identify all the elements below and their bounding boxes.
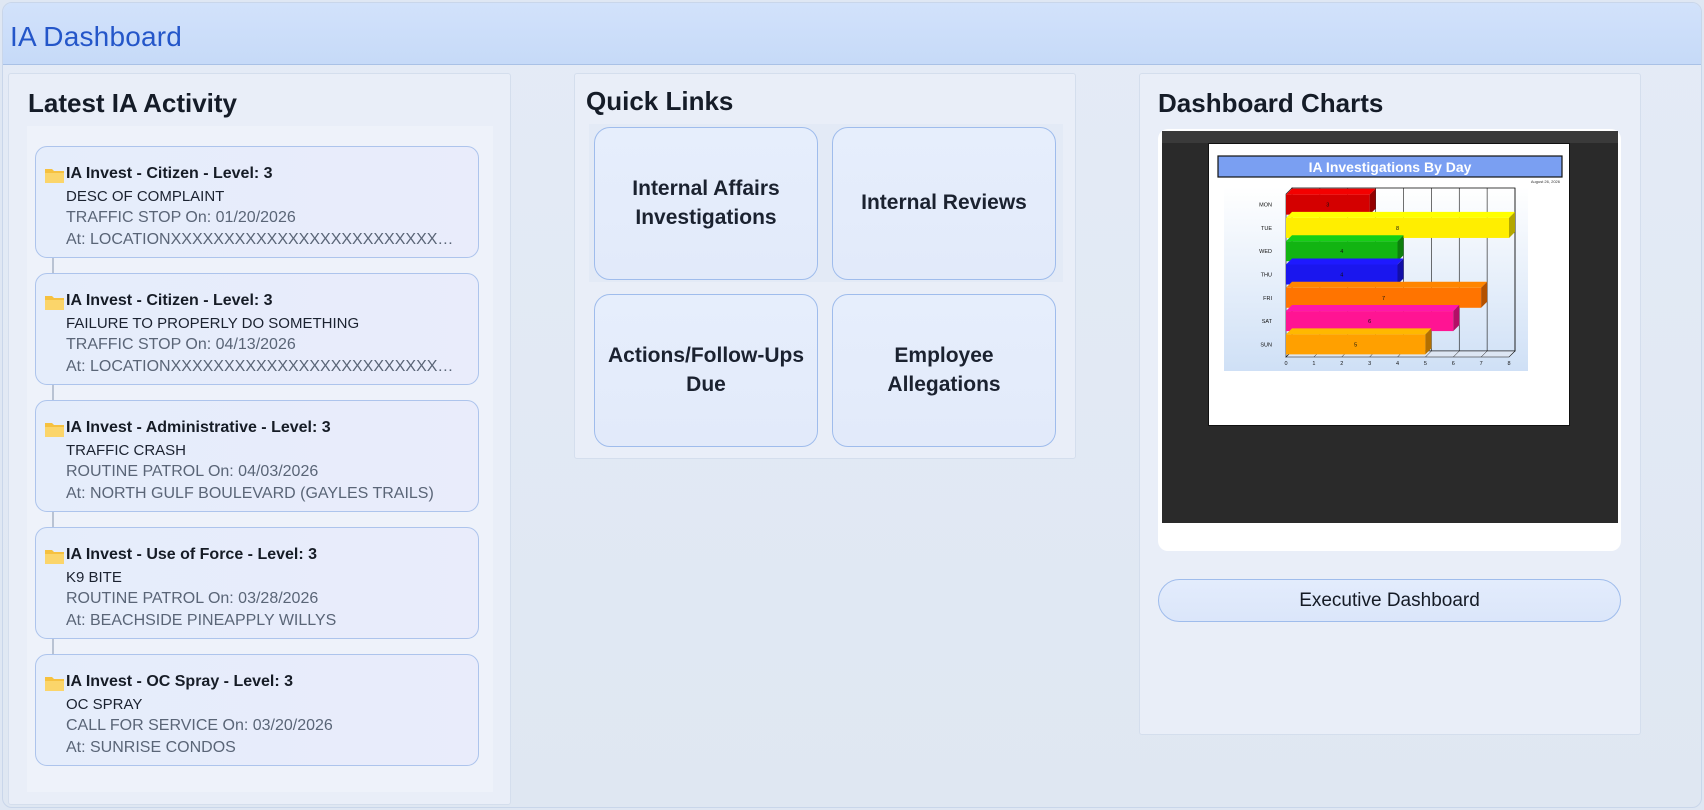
employee-allegations-button[interactable]: Employee Allegations [832,294,1056,447]
activity-title: Latest IA Activity [28,88,238,118]
internal-reviews-button[interactable]: Internal Reviews [832,127,1056,280]
activity-type: IA Invest - OC Spray - Level: 3 [66,673,294,690]
bar-top [1286,305,1460,312]
bar-top [1286,235,1404,242]
folder-icon [45,296,64,310]
x-tick-label: 0 [1284,361,1287,367]
activity-card[interactable]: IA Invest - OC Spray - Level: 3 OC SPRAY… [35,654,479,766]
activity-card[interactable]: IA Invest - Citizen - Level: 3 FAILURE T… [35,273,479,385]
bar-top [1286,211,1515,218]
top-bar: IA Dashboard [3,3,1701,65]
chart-subtitle: August 26, 2026 [1531,179,1561,184]
activity-location: At: LOCATIONXXXXXXXXXXXXXXXXXXXXXXXXXXXX… [66,358,464,375]
bar-top [1286,281,1488,288]
x-tick-label: 7 [1480,361,1483,367]
bar-value-label: 6 [1368,319,1371,325]
chart-viewer: IA Investigations By Day August 26, 2026… [1162,131,1618,523]
folder-icon [45,550,64,564]
bar-top [1286,188,1376,195]
x-tick-label: 8 [1507,361,1510,367]
activity-location: At: LOCATIONXXXXXXXXXXXXXXXXXXXXXXXXXXXX… [66,231,464,248]
activity-location: At: NORTH GULF BOULEVARD (GAYLES TRAILS) [66,485,434,502]
internal-affairs-investigations-button[interactable]: Internal Affairs Investigations [594,127,818,280]
activity-card[interactable]: IA Invest - Citizen - Level: 3 DESC OF C… [35,146,479,258]
y-tick-label: SUN [1260,342,1272,348]
activity-desc: OC SPRAY [66,696,143,713]
x-tick-label: 4 [1396,361,1399,367]
activity-date: TRAFFIC STOP On: 01/20/2026 [66,209,296,226]
activity-type: IA Invest - Citizen - Level: 3 [66,165,273,182]
activity-desc: FAILURE TO PROPERLY DO SOMETHING [66,315,360,332]
activity-date: TRAFFIC STOP On: 04/13/2026 [66,336,296,353]
activity-panel: Latest IA Activity IA Invest - Citizen -… [8,73,511,805]
activity-desc: K9 BITE [66,569,122,586]
bar-value-label: 3 [1326,203,1329,209]
x-tick-label: 5 [1424,361,1427,367]
activity-date: CALL FOR SERVICE On: 03/20/2026 [66,717,333,734]
bar-value-label: 8 [1396,226,1399,232]
executive-dashboard-button[interactable]: Executive Dashboard [1158,579,1621,622]
chart-card: IA Investigations By Day August 26, 2026… [1158,129,1621,551]
activity-desc: DESC OF COMPLAINT [66,188,225,205]
bar-top [1286,258,1404,265]
folder-icon [45,677,64,691]
y-tick-label: MON [1259,203,1272,209]
activity-card[interactable]: IA Invest - Administrative - Level: 3 TR… [35,400,479,512]
bar-top [1286,328,1432,335]
dashboard-charts-title: Dashboard Charts [1158,88,1384,118]
app-title: IA Dashboard [10,21,183,52]
activity-card[interactable]: IA Invest - Use of Force - Level: 3 K9 B… [35,527,479,639]
y-tick-label: TUE [1261,226,1272,232]
activity-feed[interactable]: IA Invest - Citizen - Level: 3 DESC OF C… [27,126,493,792]
y-tick-label: WED [1259,249,1272,255]
ia-investigations-chart: IA Investigations By Day August 26, 2026… [1217,155,1563,371]
folder-icon [45,423,64,437]
x-tick-label: 1 [1312,361,1315,367]
y-tick-label: SAT [1262,319,1273,325]
app-frame: IA Dashboard Latest IA Activity IA Inves… [2,2,1702,808]
activity-date: ROUTINE PATROL On: 03/28/2026 [66,590,319,607]
activity-date: ROUTINE PATROL On: 04/03/2026 [66,463,319,480]
quick-links-title: Quick Links [586,86,734,116]
activity-type: IA Invest - Citizen - Level: 3 [66,292,273,309]
chart-title: IA Investigations By Day [1309,159,1472,175]
activity-location: At: SUNRISE CONDOS [66,739,236,756]
x-tick-label: 2 [1340,361,1343,367]
bar-value-label: 7 [1382,296,1385,302]
folder-icon [45,169,64,183]
bar-value-label: 5 [1354,342,1357,348]
x-tick-label: 6 [1452,361,1455,367]
actions-follow-ups-due-button[interactable]: Actions/Follow-Ups Due [594,294,818,447]
activity-location: At: BEACHSIDE PINEAPPLY WILLYS [66,612,337,629]
activity-type: IA Invest - Administrative - Level: 3 [66,419,331,436]
activity-type: IA Invest - Use of Force - Level: 3 [66,546,318,563]
y-tick-label: FRI [1263,296,1272,302]
chart-paper: IA Investigations By Day August 26, 2026… [1208,143,1570,426]
bar-value-label: 4 [1340,273,1343,279]
bar-value-label: 4 [1340,249,1343,255]
dashboard-charts-panel: Dashboard Charts IA Investigations By Da… [1139,73,1641,735]
quick-links-panel: Quick Links Internal Affairs Investigati… [574,73,1076,459]
activity-desc: TRAFFIC CRASH [66,442,186,459]
x-tick-label: 3 [1368,361,1371,367]
y-tick-label: THU [1261,273,1272,279]
